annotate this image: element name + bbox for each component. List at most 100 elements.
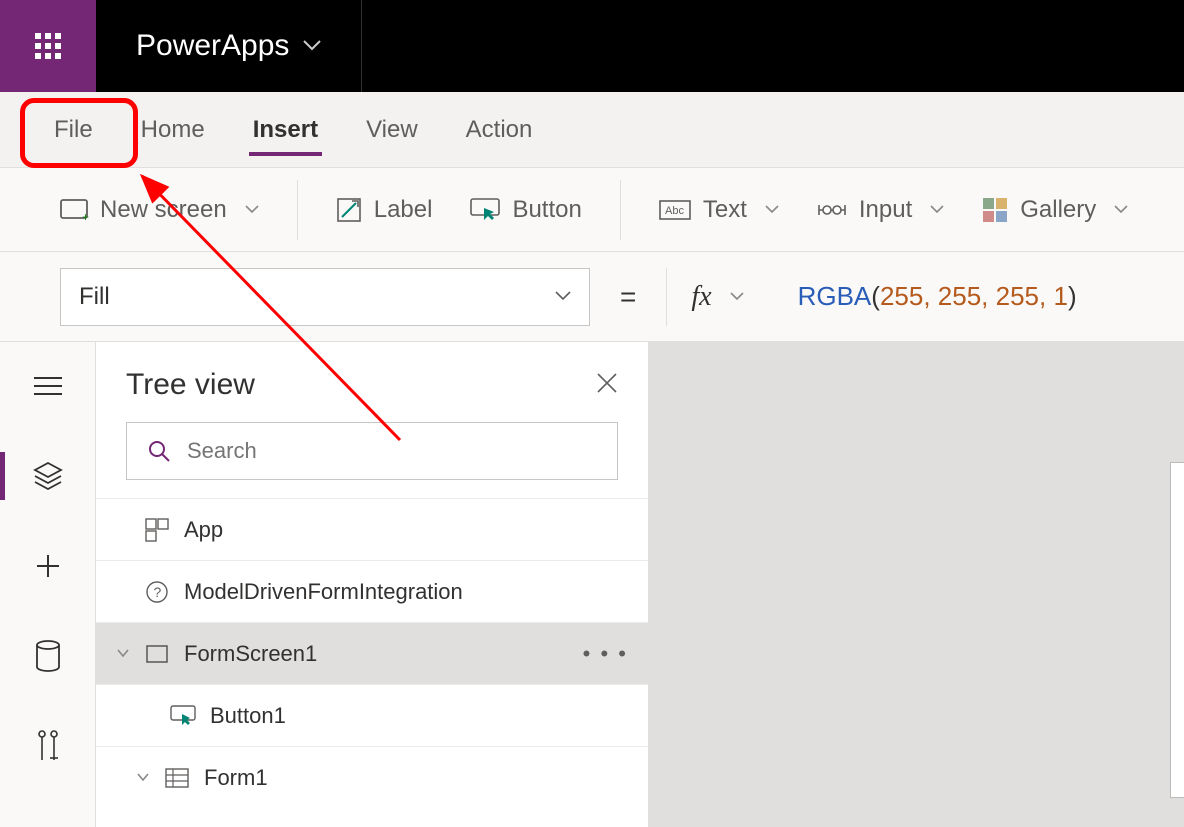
formula-comma3: , [1039,281,1053,311]
ribbon-gallery-label: Gallery [1020,196,1096,224]
menu-view[interactable]: View [362,110,422,150]
tree-item-label: Form1 [204,765,268,791]
app-icon [144,518,170,542]
ribbon-input[interactable]: Input [817,196,944,224]
tree-header: Tree view [96,342,648,422]
ribbon-new-screen[interactable]: + New screen [60,196,259,224]
chevron-down-icon [930,205,944,215]
rail-advanced-tools[interactable] [28,726,68,766]
rail-hamburger[interactable] [28,366,68,406]
ribbon-toolbar: + New screen Label Button Abc Text Input… [0,168,1184,252]
formula-bar: Fill = fx RGBA(255, 255, 255, 1) [0,252,1184,342]
menu-insert[interactable]: Insert [249,110,322,150]
tree-item-label: FormScreen1 [184,641,317,667]
tree-item-label: App [184,517,223,543]
separator [297,180,298,240]
chevron-down-icon [245,205,259,215]
tree-item-label: ModelDrivenFormIntegration [184,579,463,605]
tree-item-form1[interactable]: Form1 [96,747,648,809]
ribbon-button[interactable]: Button [470,196,581,224]
chevron-down-icon [1114,205,1128,215]
formula-open: ( [871,281,880,311]
fx-label: fx [691,281,711,313]
button-icon [470,198,500,222]
menu-bar: File Home Insert View Action [0,92,1184,168]
ribbon-input-label: Input [859,196,912,224]
layers-icon [33,461,63,491]
svg-text:Abc: Abc [665,205,684,217]
environment-picker[interactable]: PowerApps [96,0,362,92]
brand-label: PowerApps [136,29,289,63]
title-bar: PowerApps [0,0,1184,92]
text-icon: Abc [659,200,691,220]
ribbon-text[interactable]: Abc Text [659,196,779,224]
search-input[interactable] [187,438,597,464]
rail-tree-view[interactable] [28,456,68,496]
input-icon [817,199,847,221]
formula-arg1: 255 [880,281,923,311]
formula-input[interactable]: RGBA(255, 255, 255, 1) [788,281,1077,312]
menu-home[interactable]: Home [137,110,209,150]
tree-item-app[interactable]: App [96,499,648,561]
app-launcher-button[interactable] [0,0,96,92]
chevron-down-icon [730,292,744,302]
tree-item-mdfi[interactable]: ? ModelDrivenFormIntegration [96,561,648,623]
ribbon-new-screen-label: New screen [100,196,227,224]
ribbon-button-label: Button [512,196,581,224]
waffle-icon [35,33,61,59]
help-icon: ? [144,581,170,603]
chevron-down-icon [555,291,571,303]
tree-search-wrap [96,422,648,498]
gallery-icon [982,197,1008,223]
tree-search-box[interactable] [126,422,618,480]
fx-button[interactable]: fx [666,268,767,326]
menu-file[interactable]: File [50,110,97,150]
editor-body: Tree view App ? [0,342,1184,827]
formula-comma2: , [981,281,995,311]
tree-title: Tree view [126,368,255,402]
formula-arg3: 255 [996,281,1039,311]
tree-view-panel: Tree view App ? [96,342,649,827]
tree-item-more[interactable]: • • • [583,641,628,667]
screen-icon [144,645,170,663]
search-icon [147,439,171,463]
svg-text:+: + [82,210,89,224]
close-panel-button[interactable] [596,370,618,401]
equals-sign: = [620,281,636,313]
formula-fn: RGBA [798,281,872,311]
tree-item-button1[interactable]: Button1 [96,685,648,747]
formula-arg2: 255 [938,281,981,311]
menu-action[interactable]: Action [462,110,537,150]
form-icon [164,768,190,788]
left-rail [0,342,96,827]
tree-list: App ? ModelDrivenFormIntegration FormScr… [96,498,648,809]
formula-arg4: 1 [1053,281,1067,311]
plus-icon [35,553,61,579]
rail-insert[interactable] [28,546,68,586]
rail-data[interactable] [28,636,68,676]
property-name: Fill [79,283,110,311]
chevron-down-icon [303,40,321,52]
new-screen-icon: + [60,199,88,221]
chevron-down-icon [116,649,130,659]
separator [620,180,621,240]
svg-text:?: ? [154,584,162,600]
canvas-edge [1170,462,1184,798]
ribbon-label[interactable]: Label [336,196,433,224]
database-icon [35,640,61,672]
label-icon [336,197,362,223]
tools-icon [35,730,61,762]
canvas-area[interactable] [649,342,1184,827]
button-icon [170,705,196,727]
property-selector[interactable]: Fill [60,268,590,326]
ribbon-gallery[interactable]: Gallery [982,196,1128,224]
close-icon [596,372,618,394]
tree-item-label: Button1 [210,703,286,729]
chevron-down-icon [136,773,150,783]
hamburger-icon [34,376,62,396]
formula-comma1: , [923,281,937,311]
chevron-down-icon [765,205,779,215]
formula-close: ) [1068,281,1077,311]
tree-item-formscreen1[interactable]: FormScreen1 • • • [96,623,648,685]
ribbon-text-label: Text [703,196,747,224]
